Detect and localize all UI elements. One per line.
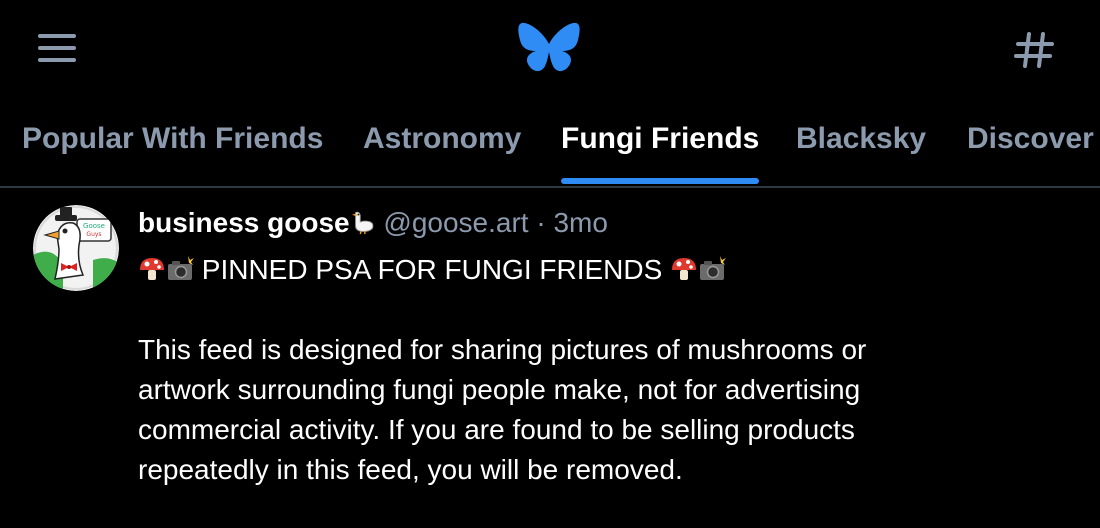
tab-popular-with-friends[interactable]: Popular With Friends bbox=[22, 122, 323, 184]
post-title-line: PINNED PSA FOR FUNGI FRIENDS bbox=[138, 250, 1038, 290]
svg-text:Guys: Guys bbox=[86, 231, 101, 238]
author-name[interactable]: business goose bbox=[138, 207, 350, 238]
mushroom-emoji-icon bbox=[138, 254, 166, 285]
feed-tabs: Popular With Friends Astronomy Fungi Fri… bbox=[0, 100, 1100, 188]
post-text: PINNED PSA FOR FUNGI FRIENDS This feed i… bbox=[138, 250, 1038, 490]
top-bar bbox=[0, 0, 1100, 100]
tab-astronomy[interactable]: Astronomy bbox=[363, 122, 521, 184]
avatar[interactable]: Goose Guys bbox=[33, 205, 119, 291]
post-title: PINNED PSA FOR FUNGI FRIENDS bbox=[201, 254, 663, 285]
tab-label: Astronomy bbox=[363, 122, 522, 155]
camera-flash-emoji-icon bbox=[698, 254, 727, 285]
active-tab-indicator bbox=[561, 178, 760, 184]
svg-text:Goose: Goose bbox=[83, 222, 105, 230]
feed-post[interactable]: Goose Guys business goose @goose.art · 3… bbox=[0, 188, 1100, 528]
post-paragraph: This feed is designed for sharing pictur… bbox=[138, 330, 1038, 490]
post-body-line: artwork surrounding fungi people make, n… bbox=[138, 374, 861, 405]
goose-emoji-icon bbox=[350, 207, 376, 238]
tab-blacksky[interactable]: Blacksky bbox=[796, 122, 926, 184]
post-header: business goose @goose.art · 3mo bbox=[138, 206, 608, 240]
post-body-line: This feed is designed for sharing pictur… bbox=[138, 334, 867, 365]
tab-label: Discover bbox=[967, 122, 1094, 155]
tab-label: Blacksky bbox=[796, 122, 927, 155]
post-timestamp[interactable]: 3mo bbox=[553, 207, 607, 238]
tab-label: Fungi Friends bbox=[561, 122, 760, 155]
mushroom-emoji-icon bbox=[670, 254, 698, 285]
tab-fungi-friends[interactable]: Fungi Friends bbox=[561, 122, 760, 184]
author-handle[interactable]: @goose.art bbox=[383, 207, 528, 238]
camera-flash-emoji-icon bbox=[166, 254, 194, 285]
hashtag-icon[interactable] bbox=[1010, 26, 1058, 74]
bluesky-butterfly-icon[interactable] bbox=[517, 22, 581, 78]
hamburger-menu-icon[interactable] bbox=[34, 28, 80, 68]
post-body-line: commercial activity. If you are found to… bbox=[138, 414, 855, 445]
tab-label: Popular With Friends bbox=[22, 122, 324, 155]
app-window: Popular With Friends Astronomy Fungi Fri… bbox=[0, 0, 1100, 528]
separator-dot: · bbox=[536, 207, 546, 238]
post-body-line: repeatedly in this feed, you will be rem… bbox=[138, 454, 683, 485]
tab-discover[interactable]: Discover bbox=[967, 122, 1094, 184]
